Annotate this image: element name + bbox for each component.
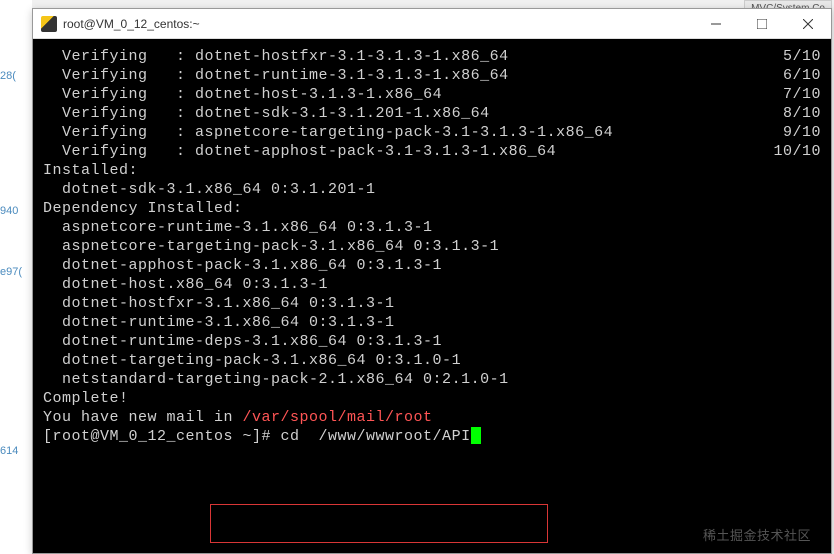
- dependency-pkg: dotnet-runtime-3.1.x86_64 0:3.1.3-1: [43, 313, 821, 332]
- gutter-marker: 614: [0, 445, 18, 457]
- verify-line: Verifying : dotnet-host-3.1.3-1.x86_647/…: [43, 85, 821, 104]
- minimize-button[interactable]: [693, 9, 739, 39]
- dependency-pkg: netstandard-targeting-pack-2.1.x86_64 0:…: [43, 370, 821, 389]
- window-title: root@VM_0_12_centos:~: [63, 17, 200, 31]
- dependency-pkg: dotnet-targeting-pack-3.1.x86_64 0:3.1.0…: [43, 351, 821, 370]
- complete-line: Complete!: [43, 389, 821, 408]
- window-titlebar[interactable]: root@VM_0_12_centos:~: [33, 9, 831, 39]
- mail-line: You have new mail in /var/spool/mail/roo…: [43, 408, 821, 427]
- dependency-header: Dependency Installed:: [43, 199, 821, 218]
- installed-pkg: dotnet-sdk-3.1.x86_64 0:3.1.201-1: [43, 180, 821, 199]
- window-controls: [693, 9, 831, 39]
- dependency-pkg: dotnet-runtime-deps-3.1.x86_64 0:3.1.3-1: [43, 332, 821, 351]
- prompt-line[interactable]: [root@VM_0_12_centos ~]# cd /www/wwwroot…: [43, 427, 821, 446]
- annotation-box: [210, 504, 548, 543]
- terminal-cursor: [471, 427, 481, 444]
- verify-line: Verifying : aspnetcore-targeting-pack-3.…: [43, 123, 821, 142]
- verify-line: Verifying : dotnet-apphost-pack-3.1-3.1.…: [43, 142, 821, 161]
- terminal-window: root@VM_0_12_centos:~ Verifying : dotnet…: [32, 8, 832, 554]
- verify-line: Verifying : dotnet-sdk-3.1-3.1.201-1.x86…: [43, 104, 821, 123]
- gutter-marker: e97(: [0, 266, 22, 278]
- dependency-pkg: aspnetcore-targeting-pack-3.1.x86_64 0:3…: [43, 237, 821, 256]
- dependency-pkg: dotnet-hostfxr-3.1.x86_64 0:3.1.3-1: [43, 294, 821, 313]
- verify-line: Verifying : dotnet-hostfxr-3.1-3.1.3-1.x…: [43, 47, 821, 66]
- dependency-pkg: dotnet-apphost-pack-3.1.x86_64 0:3.1.3-1: [43, 256, 821, 275]
- editor-gutter: 28( 940 e97( 614: [0, 0, 32, 554]
- gutter-marker: 28(: [0, 70, 16, 82]
- verify-line: Verifying : dotnet-runtime-3.1-3.1.3-1.x…: [43, 66, 821, 85]
- gutter-marker: 940: [0, 205, 18, 217]
- terminal-output[interactable]: Verifying : dotnet-hostfxr-3.1-3.1.3-1.x…: [33, 39, 831, 553]
- close-button[interactable]: [785, 9, 831, 39]
- dependency-pkg: aspnetcore-runtime-3.1.x86_64 0:3.1.3-1: [43, 218, 821, 237]
- installed-header: Installed:: [43, 161, 821, 180]
- watermark: 稀土掘金技术社区: [703, 526, 811, 545]
- maximize-button[interactable]: [739, 9, 785, 39]
- dependency-pkg: dotnet-host.x86_64 0:3.1.3-1: [43, 275, 821, 294]
- putty-icon: [41, 16, 57, 32]
